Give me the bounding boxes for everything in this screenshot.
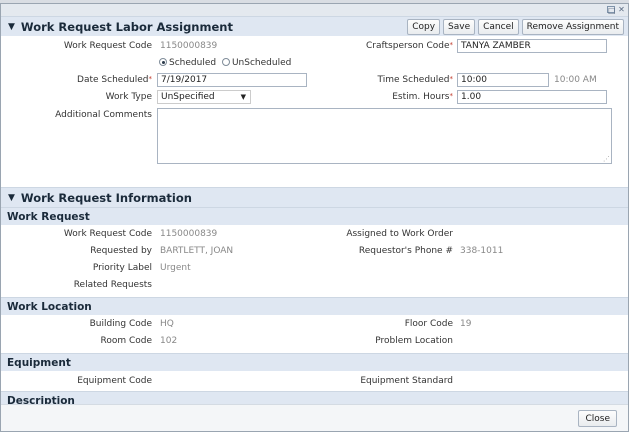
estim-hours-label: Estim. Hours* xyxy=(392,92,453,102)
collapse-caret-icon[interactable]: ▼ xyxy=(8,22,15,32)
building-code-label: Building Code xyxy=(89,319,152,329)
schedule-radio-group: Scheduled UnScheduled xyxy=(159,58,291,68)
time-display: 10:00 AM xyxy=(554,75,597,85)
room-code-value: 102 xyxy=(160,336,178,346)
additional-comments-label: Additional Comments xyxy=(55,110,152,120)
time-scheduled-input[interactable]: 10:00 xyxy=(457,73,549,87)
save-button[interactable]: Save xyxy=(443,19,476,35)
room-code-label: Room Code xyxy=(100,336,152,346)
dialog-content[interactable]: ▼ Work Request Labor Assignment Copy Sav… xyxy=(1,16,628,406)
labor-panel-header[interactable]: ▼ Work Request Labor Assignment Copy Sav… xyxy=(1,16,628,36)
work-location-heading: Work Location xyxy=(1,297,628,315)
resize-grip-icon[interactable]: ⋰ xyxy=(603,155,610,163)
dialog-titlebar: □ ✕ xyxy=(1,4,628,16)
labor-panel-title: Work Request Labor Assignment xyxy=(20,19,233,34)
work-request-fields: Work Request Code 1150000839 Assigned to… xyxy=(1,225,628,297)
scheduled-radio[interactable] xyxy=(159,58,167,66)
remove-assignment-button[interactable]: Remove Assignment xyxy=(521,19,624,35)
requested-by-label: Requested by xyxy=(90,246,152,256)
equipment-standard-label: Equipment Standard xyxy=(360,376,453,386)
work-location-fields: Building Code HQ Floor Code 19 Room Code… xyxy=(1,315,628,353)
equipment-heading: Equipment xyxy=(1,353,628,371)
labor-form: Work Request Code 1150000839 Craftsperso… xyxy=(1,36,628,187)
work-request-heading: Work Request xyxy=(1,207,628,225)
estim-hours-input[interactable]: 1.00 xyxy=(457,90,607,104)
close-icon[interactable]: ✕ xyxy=(617,6,626,14)
scheduled-radio-label[interactable]: Scheduled xyxy=(169,58,216,68)
craftsperson-code-label: Craftsperson Code* xyxy=(366,41,453,51)
dialog-footer: Close xyxy=(1,404,628,431)
cancel-button[interactable]: Cancel xyxy=(478,19,519,35)
info-work-request-code-value: 1150000839 xyxy=(160,229,218,239)
chevron-down-icon: ▼ xyxy=(240,93,246,101)
time-scheduled-label: Time Scheduled* xyxy=(377,75,453,85)
assigned-to-work-order-label: Assigned to Work Order xyxy=(346,229,453,239)
work-type-label: Work Type xyxy=(105,92,152,102)
labor-actions: Copy Save Cancel Remove Assignment xyxy=(407,19,624,35)
floor-code-value: 19 xyxy=(460,319,472,329)
info-panel-header[interactable]: ▼ Work Request Information xyxy=(1,187,628,207)
info-panel-title: Work Request Information xyxy=(20,190,192,205)
additional-comments-input[interactable] xyxy=(157,108,612,164)
requestor-phone-value: 338-1011 xyxy=(460,246,504,256)
problem-location-label: Problem Location xyxy=(375,336,453,346)
labor-assignment-dialog: □ ✕ ▼ Work Request Labor Assignment Copy… xyxy=(0,3,629,432)
date-scheduled-input[interactable]: 7/19/2017 xyxy=(157,73,307,87)
unscheduled-radio[interactable] xyxy=(221,58,230,66)
equipment-fields: Equipment Code Equipment Standard xyxy=(1,371,628,391)
info-work-request-code-label: Work Request Code xyxy=(63,229,152,239)
work-type-select[interactable]: UnSpecified ▼ xyxy=(157,90,251,104)
related-requests-label: Related Requests xyxy=(73,280,152,290)
requestor-phone-label: Requestor's Phone # xyxy=(358,246,453,256)
requested-by-value: BARTLETT, JOAN xyxy=(160,246,234,256)
priority-label: Priority Label xyxy=(92,263,152,273)
maximize-icon[interactable]: □ xyxy=(607,6,616,15)
equipment-code-label: Equipment Code xyxy=(77,376,152,386)
craftsperson-code-input[interactable]: TANYA ZAMBER xyxy=(457,39,607,53)
floor-code-label: Floor Code xyxy=(404,319,453,329)
close-button[interactable]: Close xyxy=(578,410,617,427)
work-request-code-label: Work Request Code xyxy=(63,41,152,51)
work-request-code-value: 1150000839 xyxy=(160,41,218,51)
unscheduled-radio-label[interactable]: UnScheduled xyxy=(232,58,291,68)
copy-button[interactable]: Copy xyxy=(407,19,441,35)
work-type-value: UnSpecified xyxy=(161,92,215,102)
date-scheduled-label: Date Scheduled* xyxy=(77,75,152,85)
building-code-value: HQ xyxy=(160,319,174,329)
collapse-caret-icon[interactable]: ▼ xyxy=(8,193,15,203)
priority-value: Urgent xyxy=(160,263,191,273)
